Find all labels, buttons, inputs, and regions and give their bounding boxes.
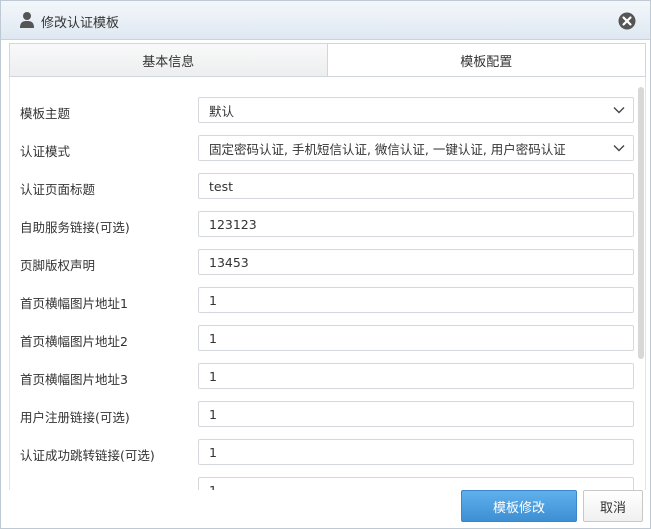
scrollbar-thumb[interactable] [638,87,644,359]
modify-template-button[interactable]: 模板修改 [461,490,577,522]
form-row-self-service-link: 自助服务链接(可选) 123123 [10,211,634,239]
partial-input[interactable]: 1 [198,477,634,490]
form-row-register-link: 用户注册链接(可选) 1 [10,401,634,429]
form-row-banner-2: 首页横幅图片地址2 1 [10,325,634,353]
close-icon[interactable] [618,12,636,30]
dialog-footer: 模板修改 取消 [1,490,650,528]
form-row-page-title: 认证页面标题 test [10,173,634,201]
input-value: 1 [209,330,217,346]
chevron-down-icon [613,107,625,114]
input-value: test [209,178,234,194]
field-label: 首页横幅图片地址3 [20,372,128,387]
input-value: 123123 [209,216,257,232]
edit-template-dialog: 修改认证模板 基本信息 模板配置 模板主题 默认 认证模式 固定密码认证, 手机… [0,0,651,529]
tab-template-config[interactable]: 模板配置 [328,44,646,76]
select-value: 固定密码认证, 手机短信认证, 微信认证, 一键认证, 用户密码认证 [209,141,566,157]
field-label: 认证成功跳转链接(可选) [20,448,155,463]
form-row-banner-3: 首页横幅图片地址3 1 [10,363,634,391]
chevron-down-icon [613,145,625,152]
input-value: 1 [209,406,217,422]
input-value: 1 [209,482,217,491]
field-label: 首页横幅图片地址1 [20,296,128,311]
form-row-copyright: 页脚版权声明 13453 [10,249,634,277]
field-label: 认证页面标题 [20,182,96,197]
form-area: 模板主题 默认 认证模式 固定密码认证, 手机短信认证, 微信认证, 一键认证,… [9,77,646,490]
tab-bar: 基本信息 模板配置 [9,43,646,77]
form-row-banner-1: 首页横幅图片地址1 1 [10,287,634,315]
field-label: 首页横幅图片地址2 [20,334,128,349]
field-label: 认证模式 [20,144,71,159]
input-value: 1 [209,292,217,308]
theme-select[interactable]: 默认 [198,97,634,123]
dialog-title: 修改认证模板 [41,16,120,31]
input-value: 1 [209,444,217,460]
tab-label: 模板配置 [460,54,513,70]
page-title-input[interactable]: test [198,173,634,199]
user-icon [20,12,34,28]
banner-url-2-input[interactable]: 1 [198,325,634,351]
form-row-theme: 模板主题 默认 [10,97,634,125]
success-redirect-input[interactable]: 1 [198,439,634,465]
form-row-auth-mode: 认证模式 固定密码认证, 手机短信认证, 微信认证, 一键认证, 用户密码认证 [10,135,634,163]
banner-url-1-input[interactable]: 1 [198,287,634,313]
form-row-success-redirect: 认证成功跳转链接(可选) 1 [10,439,634,467]
cancel-button[interactable]: 取消 [583,490,643,522]
tab-label: 基本信息 [142,54,195,70]
self-service-link-input[interactable]: 123123 [198,211,634,237]
field-label: 自助服务链接(可选) [20,220,130,235]
auth-mode-select[interactable]: 固定密码认证, 手机短信认证, 微信认证, 一键认证, 用户密码认证 [198,135,634,161]
field-label: 页脚版权声明 [20,258,96,273]
field-label: 用户注册链接(可选) [20,410,130,425]
select-value: 默认 [209,103,235,119]
register-link-input[interactable]: 1 [198,401,634,427]
copyright-input[interactable]: 13453 [198,249,634,275]
field-label: 模板主题 [20,106,71,121]
banner-url-3-input[interactable]: 1 [198,363,634,389]
input-value: 1 [209,368,217,384]
dialog-titlebar: 修改认证模板 [1,1,650,40]
input-value: 13453 [209,254,249,270]
form-row-partial: 1 [10,477,634,490]
tab-basic-info[interactable]: 基本信息 [10,44,328,76]
